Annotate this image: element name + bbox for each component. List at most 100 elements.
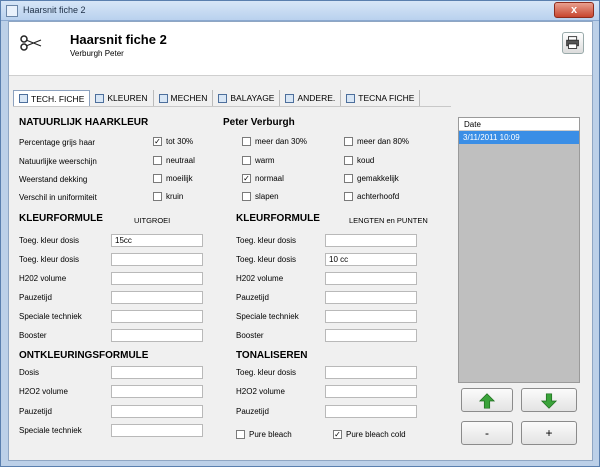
remove-button[interactable]: - <box>461 421 513 445</box>
scissors-icon <box>20 35 42 51</box>
checkbox-label: meer dan 30% <box>255 137 308 146</box>
kleur2-techniek-input[interactable] <box>325 310 417 323</box>
checkbox-warm[interactable]: warm <box>242 156 275 165</box>
checkbox-gemakkelijk[interactable]: gemakkelijk <box>344 174 399 183</box>
move-down-button[interactable] <box>521 388 577 412</box>
list-item[interactable]: 3/11/2011 10:09 <box>459 131 579 144</box>
checkbox-box <box>242 156 251 165</box>
checkbox-box <box>242 137 251 146</box>
checkbox-neutraal[interactable]: neutraal <box>153 156 195 165</box>
checkbox-meer-dan-80[interactable]: meer dan 80% <box>344 137 409 146</box>
printer-icon <box>566 36 579 49</box>
app-window: Haarsnit fiche 2 x Haarsnit fiche 2 Verb… <box>0 0 600 467</box>
kleur1-dosis-1-input[interactable]: 15cc <box>111 234 203 247</box>
tonaliseren-dosis-input[interactable] <box>325 366 417 379</box>
ontkleuring-dosis-input[interactable] <box>111 366 203 379</box>
add-button[interactable]: + <box>521 421 577 445</box>
tonaliseren-h2o2-input[interactable] <box>325 385 417 398</box>
tab-label: BALAYAGE <box>230 93 275 103</box>
checkbox-label: neutraal <box>166 156 195 165</box>
date-list[interactable]: Date 3/11/2011 10:09 <box>458 117 580 383</box>
ontkleuring-h2o2-input[interactable] <box>111 385 203 398</box>
natuurlijk-title: NATUURLIJK HAARKLEUR <box>19 117 149 128</box>
tab-icon <box>218 93 228 103</box>
kleur1-techniek-input[interactable] <box>111 310 203 323</box>
tab-bar: TECH. FICHE KLEUREN MECHEN BALAYAGE ANDE… <box>13 90 421 106</box>
checkbox-box: ✓ <box>153 137 162 146</box>
tab-mechen[interactable]: MECHEN <box>154 90 214 106</box>
row-label: Weerstand dekking <box>19 175 88 184</box>
kleur1-pauzetijd-input[interactable] <box>111 291 203 304</box>
checkbox-meer-dan-30[interactable]: meer dan 30% <box>242 137 307 146</box>
tab-icon <box>346 93 356 103</box>
tab-kleuren[interactable]: KLEUREN <box>90 90 154 106</box>
kleurformule-lengten-title: KLEURFORMULE <box>236 213 320 224</box>
window-title: Haarsnit fiche 2 <box>23 5 86 15</box>
tab-label: TECH. FICHE <box>31 93 85 104</box>
checkbox-pure-bleach[interactable]: Pure bleach <box>236 430 292 439</box>
checkbox-box <box>153 174 162 183</box>
checkbox-tot-30[interactable]: ✓ tot 30% <box>153 137 193 146</box>
ontkleuring-title: ONTKLEURINGSFORMULE <box>19 350 149 361</box>
kleur2-dosis-2-input[interactable]: 10 cc <box>325 253 417 266</box>
checkbox-label: Pure bleach <box>249 430 292 439</box>
field-label: Toeg. kleur dosis <box>236 255 297 264</box>
checkbox-kruin[interactable]: kruin <box>153 192 183 201</box>
checkbox-label: slapen <box>255 192 279 201</box>
checkbox-pure-bleach-cold[interactable]: ✓ Pure bleach cold <box>333 430 406 439</box>
row-label: Verschil in uniformiteit <box>19 193 97 202</box>
checkbox-label: koud <box>357 156 375 165</box>
kleurformule-lengten-subtitle: LENGTEN en PUNTEN <box>349 216 428 225</box>
checkbox-normaal[interactable]: ✓ normaal <box>242 174 284 183</box>
close-button[interactable]: x <box>554 2 594 18</box>
tonaliseren-title: TONALISEREN <box>236 350 308 361</box>
field-label: Toeg. kleur dosis <box>19 255 80 264</box>
checkbox-label: meer dan 80% <box>357 137 410 146</box>
kleur2-dosis-1-input[interactable] <box>325 234 417 247</box>
page-title: Haarsnit fiche 2 <box>70 32 167 47</box>
checkbox-box <box>344 192 353 201</box>
tab-label: MECHEN <box>170 93 208 103</box>
row-label: Natuurlijke weerschijn <box>19 157 97 166</box>
checkbox-slapen[interactable]: slapen <box>242 192 279 201</box>
checkbox-achterhoofd[interactable]: achterhoofd <box>344 192 399 201</box>
tab-icon <box>95 93 105 103</box>
client-area: Haarsnit fiche 2 Verburgh Peter TECH. FI… <box>8 21 593 461</box>
tab-andere[interactable]: ANDERE. <box>280 90 342 106</box>
field-label: H2O2 volume <box>236 387 285 396</box>
kleurformule-uitgroei-title: KLEURFORMULE <box>19 213 103 224</box>
move-up-button[interactable] <box>461 388 513 412</box>
field-label: Speciale techniek <box>236 312 299 321</box>
print-button[interactable] <box>562 32 584 54</box>
tab-tecna-fiche[interactable]: TECNA FICHE <box>341 90 421 106</box>
checkbox-moeilijk[interactable]: moeilijk <box>153 174 193 183</box>
row-label: Percentage grijs haar <box>19 138 96 147</box>
ontkleuring-techniek-input[interactable] <box>111 424 203 437</box>
tonaliseren-pauzetijd-input[interactable] <box>325 405 417 418</box>
field-label: Dosis <box>19 368 40 377</box>
kleur2-pauzetijd-input[interactable] <box>325 291 417 304</box>
checkbox-label: warm <box>255 156 275 165</box>
title-bar: Haarsnit fiche 2 x <box>1 1 599 21</box>
kleur2-h202-input[interactable] <box>325 272 417 285</box>
field-label: H2O2 volume <box>19 387 68 396</box>
checkbox-box <box>344 156 353 165</box>
tab-icon <box>158 93 168 103</box>
kleurformule-uitgroei-subtitle: UITGROEI <box>134 216 171 225</box>
tab-label: ANDERE. <box>297 93 336 103</box>
tab-tech-fiche[interactable]: TECH. FICHE <box>13 90 91 106</box>
app-icon <box>6 5 18 17</box>
tab-balayage[interactable]: BALAYAGE <box>213 90 281 106</box>
checkbox-label: moeilijk <box>166 174 193 183</box>
client-fullname: Peter Verburgh <box>223 117 295 128</box>
field-label: Pauzetijd <box>236 293 269 302</box>
kleur1-dosis-2-input[interactable] <box>111 253 203 266</box>
checkbox-koud[interactable]: koud <box>344 156 374 165</box>
kleur2-booster-input[interactable] <box>325 329 417 342</box>
ontkleuring-pauzetijd-input[interactable] <box>111 405 203 418</box>
checkbox-box <box>153 156 162 165</box>
kleur1-h202-input[interactable] <box>111 272 203 285</box>
checkbox-label: tot 30% <box>166 137 194 146</box>
kleur1-booster-input[interactable] <box>111 329 203 342</box>
field-label: Toeg. kleur dosis <box>19 236 80 245</box>
